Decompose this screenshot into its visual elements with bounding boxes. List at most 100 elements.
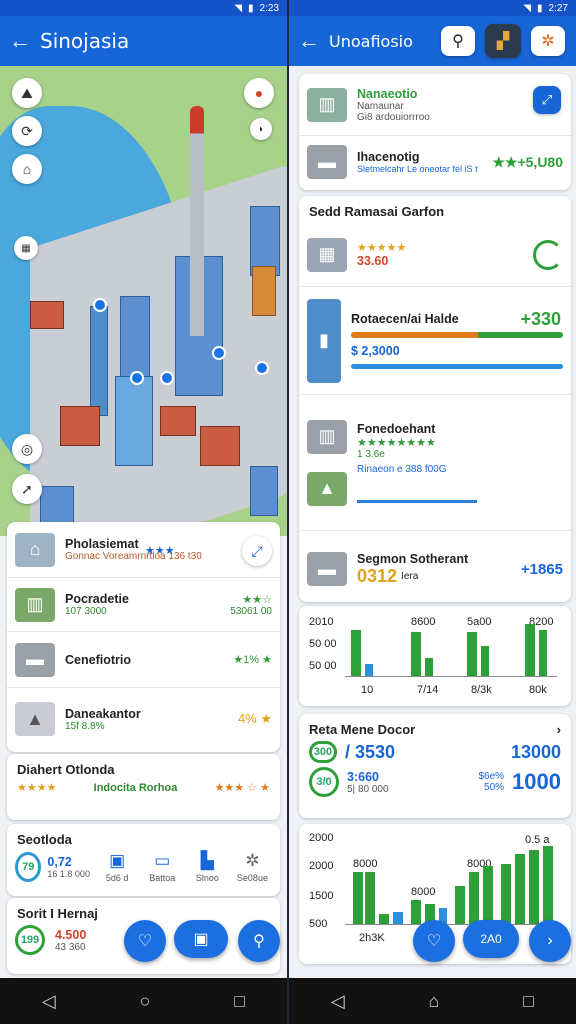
- section-value-sub: 43 360: [55, 941, 86, 953]
- list-item[interactable]: ▥ Nanaeotio Namaunar Gi8 ardouiorrroo ⤢: [299, 74, 571, 136]
- item-value: 33.60: [357, 254, 389, 268]
- chart-bar: [539, 630, 547, 676]
- tower-thumbnail: ▮: [307, 298, 341, 383]
- map-view[interactable]: ⛰ ⟳ ⌂ ◎ ➚ ● ◗ ▦: [0, 66, 287, 536]
- item-title: Ihacenotig: [357, 150, 420, 164]
- list-item[interactable]: ▦ ★★★★★ 33.60: [299, 223, 571, 287]
- chevron-right-icon: ›: [547, 932, 553, 949]
- avatar[interactable]: ▞: [485, 24, 521, 58]
- gear-icon: ✲: [245, 851, 260, 870]
- x-axis-label: 80k: [529, 684, 547, 696]
- bar-top-label: 5a00: [467, 616, 492, 628]
- chart-card-1: 2010 50 00 50 00 8600 5a00 8200 10 7/14 …: [299, 606, 571, 706]
- action-city[interactable]: ▙ Slnoo: [188, 851, 227, 883]
- y-axis-label: 50 00: [309, 660, 337, 672]
- expand-icon[interactable]: ⤢: [242, 536, 272, 566]
- chevron-right-icon[interactable]: ›: [557, 722, 561, 737]
- nav-back-icon[interactable]: ◁: [331, 991, 345, 1012]
- refresh-icon[interactable]: ⟳: [12, 116, 42, 146]
- nav-back-icon[interactable]: ◁: [42, 991, 56, 1012]
- page-title: Sinojasia: [40, 29, 130, 53]
- left-screen: ◥ ▮ 2:23 ← Sinojasia ⛰ ⟳ ⌂ ◎ ➚ ● ◗ ▦ ⌂ P…: [0, 0, 287, 1024]
- tower-thumbnail: ▲: [15, 702, 55, 736]
- item-title: Fonedoehant: [357, 422, 436, 436]
- building: [252, 266, 276, 316]
- locate-icon[interactable]: ◎: [12, 434, 42, 464]
- city-icon: ▙: [200, 851, 214, 870]
- settings-button[interactable]: ✲: [531, 26, 565, 56]
- action-folder[interactable]: ▭ Battoa: [143, 851, 182, 883]
- chart-bar: [543, 846, 553, 924]
- item-title: Cenefiotrio: [65, 652, 131, 667]
- edit-icon[interactable]: ⤢: [533, 86, 561, 114]
- layers-icon[interactable]: ⛰: [12, 78, 42, 108]
- map-marker[interactable]: [212, 346, 226, 360]
- list-item[interactable]: ▬ Segmon Sotherant 0312 Iera +1865: [299, 531, 571, 602]
- summary-card: ▥ Nanaeotio Namaunar Gi8 ardouiorrroo ⤢ …: [299, 74, 571, 190]
- progress-ring: [533, 239, 563, 270]
- rating-stars: ★★★: [145, 545, 175, 557]
- search-button[interactable]: ⚲: [441, 26, 475, 56]
- list-item[interactable]: ⌂ Pholasiemat Gonnac Voreamrnrtloa 136 t…: [7, 522, 280, 578]
- rating-stars: ★★☆: [242, 593, 272, 606]
- nav-recents-icon[interactable]: □: [234, 991, 245, 1012]
- compass-icon[interactable]: ➚: [12, 474, 42, 504]
- chat-icon[interactable]: ◗: [250, 118, 272, 140]
- score-ring: 79: [15, 852, 42, 882]
- favorite-button[interactable]: ♡: [413, 920, 455, 962]
- gallery-button[interactable]: ▣: [174, 920, 228, 958]
- section-card: Sedd Ramasai Garfon ▦ ★★★★★ 33.60 ▮ Rota…: [299, 196, 571, 602]
- list-item[interactable]: ▲ Daneakantor 15f 8.8% 4% ★: [7, 688, 280, 750]
- bar-top-label: 8000: [353, 858, 378, 870]
- section-card: Seotloda 79 0,72 16 1.8 000 ▣ 5d6 d ▭ Batt…: [7, 824, 280, 896]
- status-time: 2:23: [259, 2, 279, 14]
- map-marker[interactable]: [93, 298, 107, 312]
- car-thumbnail: ▬: [307, 552, 347, 586]
- y-axis-label: 50 00: [309, 638, 337, 650]
- action-bus[interactable]: ▣ 5d6 d: [98, 851, 137, 883]
- nav-recents-icon[interactable]: □: [523, 991, 534, 1012]
- list-item[interactable]: ▬ Cenefiotrio ★1% ★: [7, 632, 280, 688]
- gallery-icon[interactable]: ▦: [14, 236, 38, 260]
- action-button[interactable]: 2A0: [463, 920, 519, 958]
- chart-bar: [529, 850, 539, 924]
- search-icon: ⚲: [253, 933, 265, 950]
- basket-icon[interactable]: ⌂: [12, 154, 42, 184]
- car-thumbnail: ▬: [15, 642, 55, 677]
- sparkline: [357, 479, 477, 503]
- pin-icon[interactable]: ●: [244, 78, 274, 108]
- map-marker[interactable]: [160, 371, 174, 385]
- building: [250, 466, 278, 516]
- item-subtitle: 107 3000: [65, 606, 107, 617]
- score-ring: 199: [15, 925, 45, 955]
- nav-home-icon[interactable]: ○: [140, 991, 151, 1012]
- status-bar: ◥ ▮ 2:27: [289, 0, 576, 16]
- chart-bar: [365, 664, 373, 676]
- list-item[interactable]: ▥ Pocradetie 107 3000 ★★☆ 53061 00: [7, 578, 280, 632]
- places-card: ⌂ Pholasiemat Gonnac Voreamrnrtloa 136 t…: [7, 522, 280, 752]
- right-screen: ◥ ▮ 2:27 ← Unoafiosio ⚲ ▞ ✲ ▥ Nanaeotio …: [289, 0, 576, 1024]
- section-header[interactable]: Reta Mene Docor ›: [299, 714, 571, 741]
- list-item[interactable]: ▬ Ihacenotig Sletmelcahr Le oneotar fel …: [299, 136, 571, 188]
- list-item[interactable]: ▮ Rotaecen/ai Halde $ 2,3000 +330: [299, 287, 571, 395]
- y-axis-label: 2010: [309, 616, 334, 628]
- building: [160, 406, 196, 436]
- favorite-button[interactable]: ♡: [124, 920, 166, 962]
- back-arrow-icon[interactable]: ←: [0, 28, 40, 54]
- back-arrow-icon[interactable]: ←: [289, 28, 329, 54]
- list-item[interactable]: ▥ ▲ Fonedoehant ★★★★★★★★ 1 3.6e Rinaeon …: [299, 395, 571, 531]
- chart-bar: [515, 854, 525, 924]
- section-title: Reta Mene Docor: [309, 722, 416, 737]
- section-value: 3:660: [347, 769, 379, 784]
- map-marker[interactable]: [255, 361, 269, 375]
- map-marker[interactable]: [130, 371, 144, 385]
- chart-bar: [481, 646, 489, 676]
- next-button[interactable]: ›: [529, 920, 571, 962]
- search-button[interactable]: ⚲: [238, 920, 280, 962]
- section-right-value: 1000: [512, 769, 561, 794]
- nav-home-icon[interactable]: ⌂: [429, 991, 440, 1012]
- folder-icon: ▭: [154, 851, 171, 870]
- wifi-icon: ◥: [523, 2, 532, 14]
- item-subtitle: 15f 8.8%: [65, 720, 105, 732]
- action-gear[interactable]: ✲ Se08ue: [233, 851, 272, 883]
